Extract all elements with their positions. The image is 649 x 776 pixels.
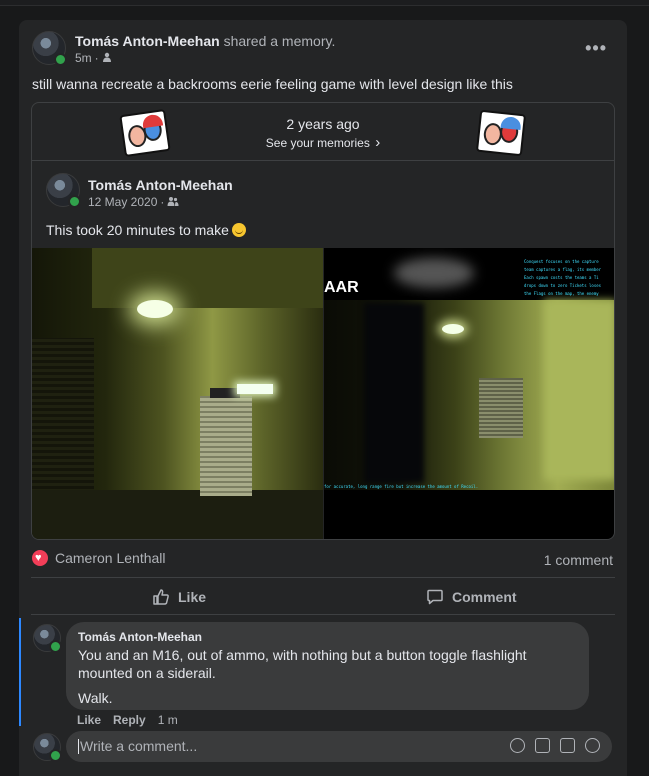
memory-years-ago: 2 years ago <box>286 116 360 132</box>
inner-post-date[interactable]: 12 May 2020 <box>88 195 157 209</box>
gif-icon[interactable] <box>560 738 575 753</box>
comment-input-placeholder[interactable]: Write a comment... <box>80 738 197 754</box>
inner-post-text: This took 20 minutes to make <box>46 222 246 238</box>
composer-avatar[interactable] <box>33 733 62 762</box>
comment-like-link[interactable]: Like <box>77 713 101 727</box>
game-hud-bottom-text: for accurate, long range fire but increa… <box>324 484 479 489</box>
meta-dot: · <box>94 51 99 65</box>
composer-tools <box>510 738 600 753</box>
comment-count[interactable]: 1 comment <box>544 552 613 568</box>
see-your-memories-link[interactable]: See your memories › <box>32 134 614 151</box>
reactor-name[interactable]: Cameron Lenthall <box>55 550 166 566</box>
comment-actions: Like Reply 1 m <box>77 713 178 727</box>
comment-button-label[interactable]: Comment <box>452 589 517 605</box>
emoji-icon[interactable] <box>510 738 525 753</box>
like-button[interactable]: Like <box>152 585 206 609</box>
comment-text: You and an M16, out of ammo, with nothin… <box>78 647 527 681</box>
comment-reply-link[interactable]: Reply <box>113 713 146 727</box>
chevron-right-icon: › <box>375 134 381 151</box>
text-caret <box>78 739 79 754</box>
inner-post-text-content: This took 20 minutes to make <box>46 222 229 238</box>
memory-sticker-right-icon <box>475 109 527 157</box>
comment-composer[interactable]: Write a comment... <box>66 731 612 762</box>
see-memories-label[interactable]: See your memories <box>266 136 370 150</box>
inner-post-meta: 12 May 2020 · <box>88 195 179 209</box>
thumbs-up-icon <box>153 589 169 605</box>
comment-bubble: Tomás Anton-Meehan You and an M16, out o… <box>66 622 589 710</box>
top-bar-edge <box>0 0 649 6</box>
photo-hallway[interactable] <box>32 248 323 539</box>
game-overlay-label: AAR <box>324 279 359 296</box>
like-button-label[interactable]: Like <box>178 589 206 605</box>
post-time[interactable]: 5m <box>75 51 92 65</box>
comment-text-walk: Walk. <box>78 690 113 706</box>
love-reaction-icon <box>32 550 48 566</box>
memory-header[interactable]: 2 years ago See your memories › <box>32 103 614 161</box>
post-text: still wanna recreate a backrooms eerie f… <box>32 76 513 92</box>
inner-author-name[interactable]: Tomás Anton-Meehan <box>88 177 233 193</box>
smile-emoji-icon <box>231 223 246 237</box>
author-name[interactable]: Tomás Anton-Meehan <box>75 33 220 49</box>
post-header: Tomás Anton-Meehan shared a memory. <box>75 33 335 49</box>
commenter-avatar[interactable] <box>33 624 62 653</box>
more-options-icon[interactable]: ••• <box>585 38 607 59</box>
camera-icon[interactable] <box>535 738 550 753</box>
post-action-text: shared a memory. <box>223 33 336 49</box>
divider <box>31 577 615 578</box>
comment-author[interactable]: Tomás Anton-Meehan <box>78 630 577 644</box>
photo-game-recreation[interactable]: AAR Conquest focuses on the capture team… <box>324 248 614 539</box>
comment-icon <box>427 589 443 605</box>
memory-attachment[interactable]: 2 years ago See your memories › Tomás An… <box>31 102 615 540</box>
audience-icon[interactable] <box>102 51 112 65</box>
ceiling-lamp-shape <box>137 300 173 318</box>
sticker-icon[interactable] <box>585 738 600 753</box>
inner-meta-dot: · <box>160 195 165 209</box>
divider <box>31 614 615 615</box>
author-avatar[interactable] <box>32 31 67 66</box>
reactions-summary[interactable]: Cameron Lenthall <box>32 550 166 566</box>
inner-author-avatar[interactable] <box>46 173 81 208</box>
post-meta: 5m · <box>75 51 112 65</box>
friends-icon <box>167 195 179 209</box>
comment-time[interactable]: 1 m <box>158 713 178 727</box>
comment-highlight-bar <box>19 618 21 726</box>
post-card: Tomás Anton-Meehan shared a memory. 5m ·… <box>19 20 627 776</box>
game-hud-text: Conquest focuses on the capture team cap… <box>524 259 602 296</box>
comment-button[interactable]: Comment <box>426 585 517 609</box>
